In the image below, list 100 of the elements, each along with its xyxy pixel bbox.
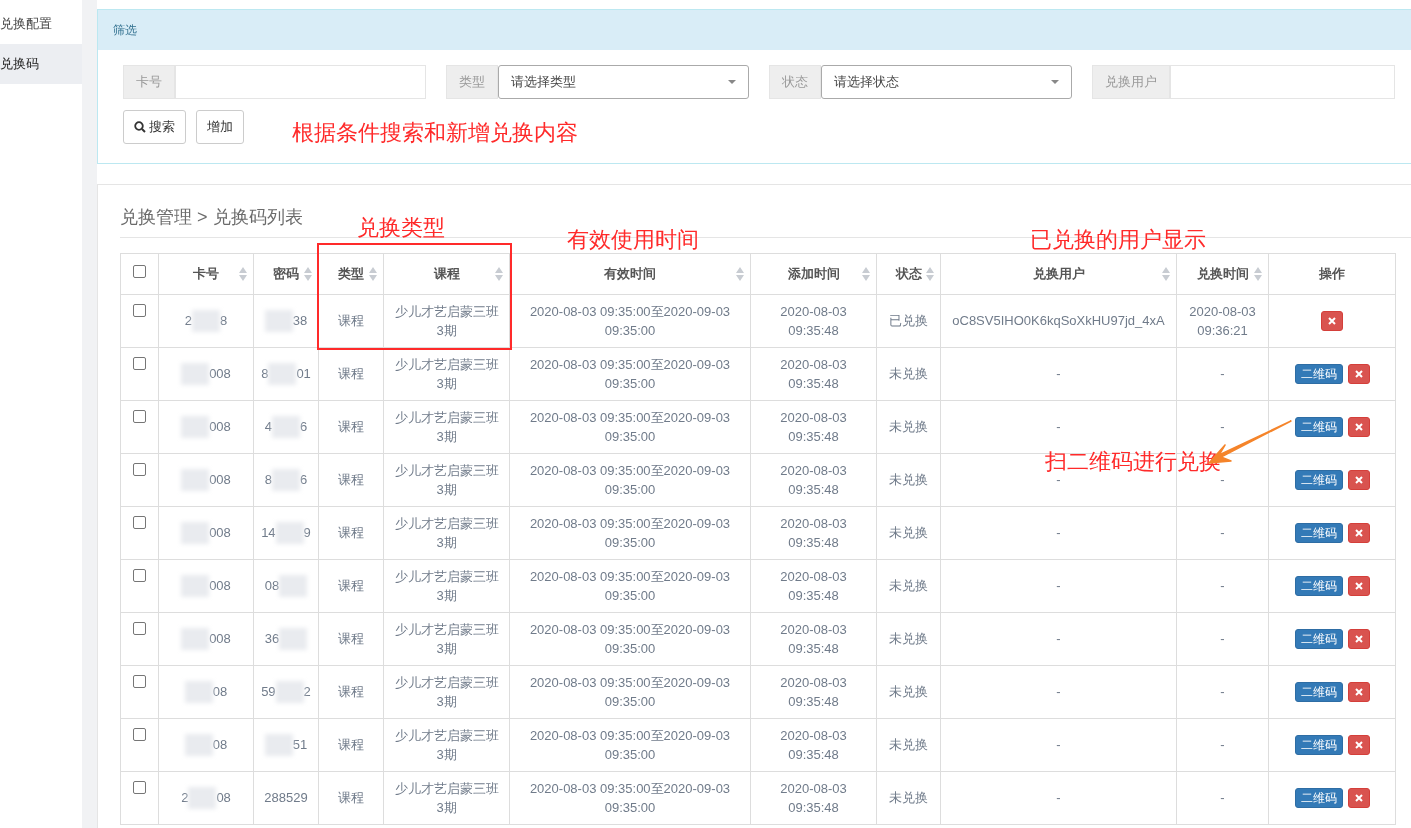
checkbox[interactable] [133, 569, 146, 582]
close-icon [1354, 476, 1363, 484]
table-cell: 少儿才艺启蒙三班3期 [394, 568, 499, 603]
checkbox[interactable] [133, 357, 146, 370]
password: 36 [264, 630, 280, 649]
password: 6 [300, 471, 308, 490]
column-header[interactable]: 操作 [1319, 264, 1345, 284]
table-cell: - [1056, 419, 1061, 435]
close-icon [1354, 529, 1363, 537]
password: 4 [264, 418, 272, 437]
card-number: 2 [184, 312, 192, 331]
breadcrumb: 兑换管理 > 兑换码列表 [120, 205, 303, 229]
column-header[interactable]: 兑换用户 [1032, 264, 1085, 284]
checkbox[interactable] [133, 410, 146, 423]
add-button[interactable]: 增加 [196, 110, 244, 144]
select-field[interactable]: 请选择状态 [821, 65, 1072, 99]
status-text: 未兑换 [889, 472, 928, 488]
checkbox[interactable] [133, 463, 146, 476]
column-header[interactable]: 课程 [433, 264, 460, 284]
delete-button[interactable] [1347, 523, 1370, 543]
qr-code-button[interactable]: 二维码 [1294, 470, 1343, 490]
table-cell: 课程 [338, 366, 364, 382]
column-header[interactable]: 类型 [338, 264, 364, 284]
delete-button[interactable] [1347, 682, 1370, 702]
card-number: 008 [209, 524, 231, 543]
close-icon [1354, 635, 1363, 643]
table-cell: - [1220, 737, 1225, 753]
table-cell: 少儿才艺启蒙三班3期 [394, 409, 499, 444]
qr-code-button[interactable]: 二维码 [1294, 576, 1343, 596]
panel-header: 筛选 [98, 10, 1411, 50]
column-header[interactable]: 有效时间 [604, 264, 656, 284]
checkbox[interactable] [133, 728, 146, 741]
qr-code-button[interactable]: 二维码 [1294, 735, 1343, 755]
delete-button[interactable] [1347, 470, 1370, 490]
table-cell: - [1220, 790, 1225, 806]
column-header[interactable]: 卡号 [193, 264, 219, 284]
qr-code-button[interactable]: 二维码 [1294, 682, 1343, 702]
qr-code-button[interactable]: 二维码 [1294, 788, 1343, 808]
sidebar-item[interactable]: 兑换码 [0, 44, 82, 84]
card-number: 08 [216, 789, 231, 808]
field-label: 类型 [446, 65, 498, 99]
delete-button[interactable] [1347, 788, 1370, 808]
table-cell: 2020-08-03 09:35:00至2020-09-03 09:35:00 [529, 462, 731, 497]
table-cell: 课程 [338, 631, 364, 647]
card-number: 08 [212, 683, 228, 702]
table-cell: - [1056, 366, 1061, 382]
status-text: 未兑换 [889, 578, 928, 594]
table-cell: - [1220, 366, 1225, 382]
password: 59 [261, 683, 276, 702]
status-text: 未兑换 [889, 684, 928, 700]
qr-code-button[interactable]: 二维码 [1294, 364, 1343, 384]
column-header[interactable]: 状态 [895, 264, 922, 284]
checkbox[interactable] [133, 622, 146, 635]
table-cell: 少儿才艺启蒙三班3期 [394, 462, 499, 497]
close-icon [1354, 370, 1363, 378]
input-field[interactable] [1170, 65, 1395, 99]
table-cell: 课程 [338, 578, 364, 594]
table-cell: - [1056, 525, 1061, 541]
table-cell: 2020-08-03 09:35:00至2020-09-03 09:35:00 [529, 303, 731, 338]
column-header[interactable]: 添加时间 [787, 264, 840, 284]
delete-button[interactable] [1321, 311, 1343, 331]
search-button[interactable]: 搜索 [123, 110, 186, 144]
table-cell: 2020-08-03 09:35:48 [780, 674, 847, 709]
table-cell: - [1056, 790, 1061, 806]
qr-code-button[interactable]: 二维码 [1294, 417, 1343, 437]
qr-code-button[interactable]: 二维码 [1294, 629, 1343, 649]
table-cell: 2020-08-03 09:35:00至2020-09-03 09:35:00 [529, 568, 731, 603]
input-field[interactable] [175, 65, 426, 99]
qr-code-button[interactable]: 二维码 [1294, 523, 1343, 543]
checkbox[interactable] [133, 675, 146, 688]
delete-button[interactable] [1347, 364, 1370, 384]
table-cell: 2020-08-03 09:35:48 [780, 515, 847, 550]
table-cell: - [1056, 631, 1061, 647]
table-cell: 少儿才艺启蒙三班3期 [394, 621, 499, 656]
table-cell: - [1220, 419, 1225, 435]
checkbox[interactable] [133, 304, 146, 317]
delete-button[interactable] [1347, 576, 1370, 596]
status-text: 未兑换 [889, 419, 928, 435]
table-cell: 少儿才艺启蒙三班3期 [394, 780, 499, 815]
card-number: 8 [220, 312, 228, 331]
delete-button[interactable] [1347, 735, 1370, 755]
status-text: 已兑换 [889, 313, 928, 329]
table-cell: 少儿才艺启蒙三班3期 [394, 303, 499, 338]
status-text: 未兑换 [889, 737, 928, 753]
delete-button[interactable] [1347, 629, 1370, 649]
column-header[interactable]: 密码 [273, 264, 299, 284]
close-icon [1354, 423, 1363, 431]
table-cell: 课程 [338, 313, 364, 329]
delete-button[interactable] [1347, 417, 1370, 437]
select-field[interactable]: 请选择类型 [498, 65, 749, 99]
close-icon [1354, 741, 1363, 749]
password: 8 [261, 365, 269, 384]
checkbox[interactable] [133, 265, 146, 279]
annotation-text: 根据条件搜索和新增兑换内容 [292, 119, 578, 147]
table-cell: - [1056, 578, 1061, 594]
checkbox[interactable] [133, 781, 146, 794]
close-icon [1328, 317, 1336, 325]
checkbox[interactable] [133, 516, 146, 529]
table-cell: 课程 [338, 737, 364, 753]
password: 14 [261, 524, 276, 543]
